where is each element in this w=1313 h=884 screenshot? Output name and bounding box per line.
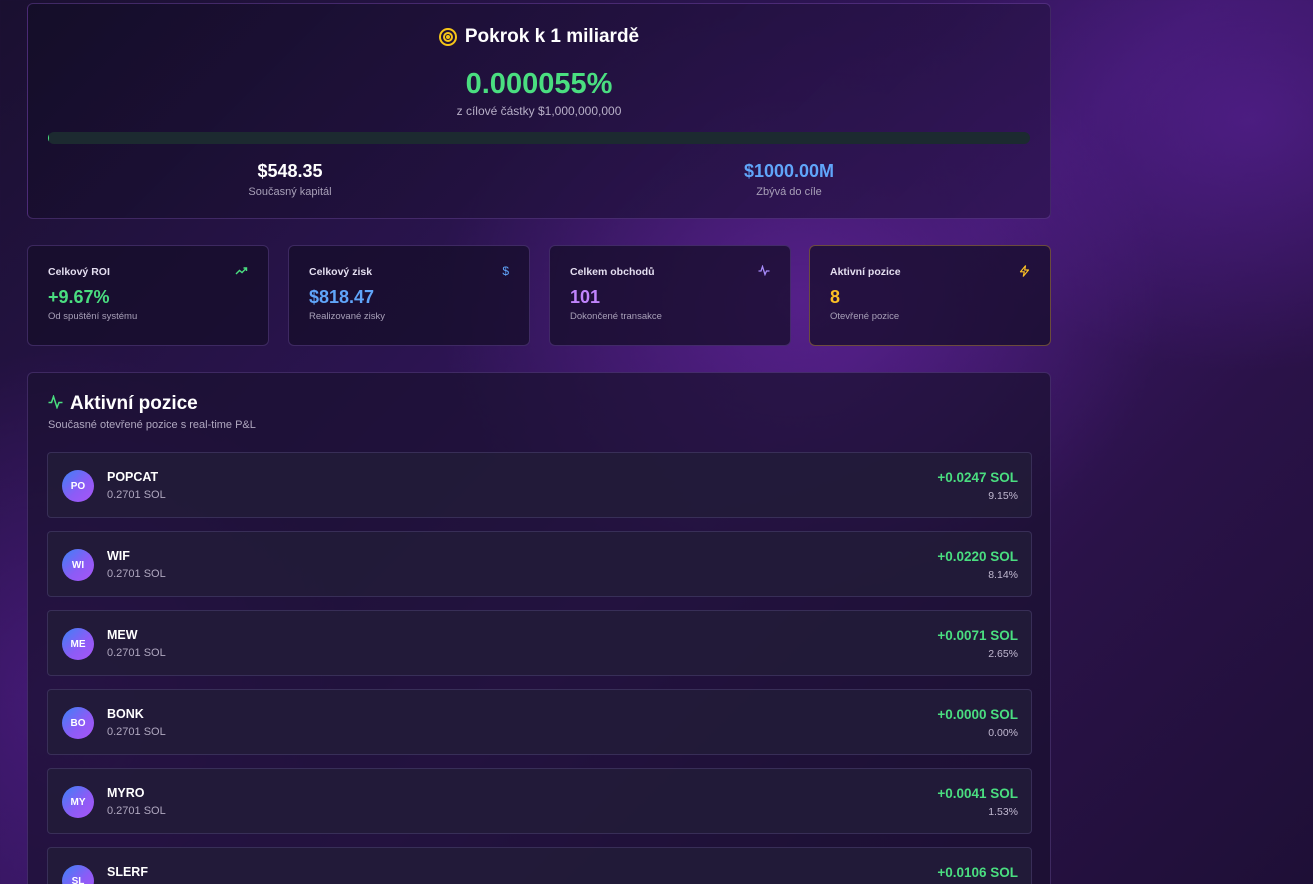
progress-subtitle: z cílové částky $1,000,000,000 bbox=[456, 104, 622, 118]
position-row-mew[interactable]: ME MEW 0.2701 SOL +0.0071 SOL 2.65% bbox=[47, 610, 1032, 676]
stat-label: Celkový ROI bbox=[48, 266, 110, 278]
position-pnl: +0.0041 SOL bbox=[937, 786, 1018, 801]
progress-bar-fill bbox=[48, 132, 49, 144]
stat-card-profit: Celkový zisk $ $818.47 Realizované zisky bbox=[288, 245, 530, 346]
token-name: MEW bbox=[107, 628, 138, 642]
remaining-to-goal: $1000.00M Zbývá do cíle bbox=[639, 161, 939, 198]
token-avatar: BO bbox=[62, 707, 94, 739]
positions-title: Aktivní pozice bbox=[70, 393, 198, 414]
dashboard: Pokrok k 1 miliardě 0.000055% z cílové č… bbox=[27, 3, 1051, 884]
token-avatar: SL bbox=[62, 865, 94, 884]
billion-progress-card: Pokrok k 1 miliardě 0.000055% z cílové č… bbox=[27, 3, 1051, 219]
token-avatar: MY bbox=[62, 786, 94, 818]
position-pnl: +0.0247 SOL bbox=[937, 470, 1018, 485]
positions-list: PO POPCAT 0.2701 SOL +0.0247 SOL 9.15% W… bbox=[47, 452, 1032, 884]
target-icon bbox=[438, 28, 457, 46]
dollar-icon: $ bbox=[502, 264, 509, 278]
remaining-label: Zbývá do cíle bbox=[756, 186, 822, 198]
current-capital: $548.35 Současný kapitál bbox=[140, 161, 440, 198]
stat-card-trades: Celkem obchodů 101 Dokončené transakce bbox=[549, 245, 791, 346]
position-pnl-percent: 9.15% bbox=[988, 490, 1018, 502]
token-avatar: WI bbox=[62, 549, 94, 581]
position-pnl-percent: 2.65% bbox=[988, 648, 1018, 660]
stat-desc: Otevřené pozice bbox=[830, 311, 900, 322]
stat-desc: Realizované zisky bbox=[309, 311, 386, 322]
stat-card-active-positions: Aktivní pozice 8 Otevřené pozice bbox=[809, 245, 1051, 346]
progress-header: Pokrok k 1 miliardě bbox=[28, 26, 1050, 48]
position-row-bonk[interactable]: BO BONK 0.2701 SOL +0.0000 SOL 0.00% bbox=[47, 689, 1032, 755]
stat-card-roi: Celkový ROI +9.67% Od spuštění systému bbox=[27, 245, 269, 346]
position-pnl-percent: 0.00% bbox=[988, 727, 1018, 739]
current-capital-label: Současný kapitál bbox=[248, 186, 332, 198]
position-size: 0.2701 SOL bbox=[107, 647, 166, 659]
position-pnl-percent: 8.14% bbox=[988, 569, 1018, 581]
position-row-slerf[interactable]: SL SLERF +0.0106 SOL bbox=[47, 847, 1032, 884]
lightning-icon bbox=[1019, 265, 1030, 280]
stat-label: Aktivní pozice bbox=[830, 266, 901, 278]
position-size: 0.2701 SOL bbox=[107, 568, 166, 580]
position-row-popcat[interactable]: PO POPCAT 0.2701 SOL +0.0247 SOL 9.15% bbox=[47, 452, 1032, 518]
position-row-myro[interactable]: MY MYRO 0.2701 SOL +0.0041 SOL 1.53% bbox=[47, 768, 1032, 834]
token-avatar: PO bbox=[62, 470, 94, 502]
token-name: SLERF bbox=[107, 865, 148, 879]
active-positions-panel: Aktivní pozice Současné otevřené pozice … bbox=[27, 372, 1051, 884]
current-capital-value: $548.35 bbox=[257, 161, 323, 181]
token-name: POPCAT bbox=[107, 470, 159, 484]
progress-percent: 0.000055% bbox=[465, 68, 613, 100]
stat-label: Celkem obchodů bbox=[570, 266, 655, 278]
position-pnl-percent: 1.53% bbox=[988, 806, 1018, 818]
activity-icon bbox=[758, 264, 770, 279]
stat-value: 101 bbox=[570, 287, 601, 307]
positions-header: Aktivní pozice bbox=[48, 393, 198, 415]
position-pnl: +0.0106 SOL bbox=[937, 865, 1018, 880]
stat-value: $818.47 bbox=[309, 287, 375, 307]
stat-desc: Dokončené transakce bbox=[570, 311, 662, 322]
stats-row: Celkový ROI +9.67% Od spuštění systému C… bbox=[27, 245, 1051, 346]
trending-up-icon bbox=[235, 265, 248, 279]
progress-bar bbox=[48, 132, 1030, 144]
position-size: 0.2701 SOL bbox=[107, 805, 166, 817]
token-name: BONK bbox=[107, 707, 144, 721]
position-pnl: +0.0220 SOL bbox=[937, 549, 1018, 564]
position-pnl: +0.0000 SOL bbox=[937, 707, 1018, 722]
token-avatar: ME bbox=[62, 628, 94, 660]
position-size: 0.2701 SOL bbox=[107, 489, 166, 501]
position-size: 0.2701 SOL bbox=[107, 726, 166, 738]
position-pnl: +0.0071 SOL bbox=[937, 628, 1018, 643]
position-row-wif[interactable]: WI WIF 0.2701 SOL +0.0220 SOL 8.14% bbox=[47, 531, 1032, 597]
stat-label: Celkový zisk bbox=[309, 266, 373, 278]
progress-title: Pokrok k 1 miliardě bbox=[464, 26, 640, 47]
stat-value: +9.67% bbox=[48, 287, 110, 307]
token-name: WIF bbox=[107, 549, 130, 563]
positions-subtitle: Současné otevřené pozice s real-time P&L bbox=[48, 419, 256, 431]
token-name: MYRO bbox=[107, 786, 145, 800]
activity-icon bbox=[48, 393, 63, 414]
stat-desc: Od spuštění systému bbox=[48, 311, 138, 322]
stat-value: 8 bbox=[830, 287, 841, 307]
remaining-value: $1000.00M bbox=[743, 161, 835, 181]
